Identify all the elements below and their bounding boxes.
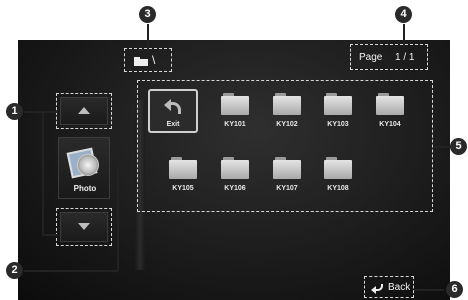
return-arrow-icon [164,96,182,114]
callout-line-6 [414,289,444,291]
folder-item[interactable]: KY107 [264,153,310,197]
folder-item[interactable]: KY104 [367,89,413,133]
callout-marker-6: 6 [446,281,463,298]
callout-marker-3: 3 [139,6,156,23]
triangle-down-icon [78,223,90,230]
folder-item[interactable]: KY106 [212,153,258,197]
callout-line-2 [24,270,118,272]
callout-line-3 [147,24,149,52]
folder-label: KY108 [327,185,349,192]
callout-bracket-1 [42,111,44,235]
folder-item[interactable]: KY101 [212,89,258,133]
page-label: Page [359,52,383,63]
folder-item[interactable]: KY102 [264,89,310,133]
folder-label: KY102 [276,121,298,128]
callout-line-1 [24,111,58,113]
callout-line-4 [403,24,405,48]
folder-label: KY105 [172,185,194,192]
triangle-up-icon [78,107,90,114]
folder-label: KY104 [379,121,401,128]
back-label: Back [388,282,411,293]
callout-marker-1: 1 [6,103,23,120]
folder-icon [376,93,404,115]
folder-item[interactable]: KY108 [315,153,361,197]
callout-line-2-vert [117,168,119,271]
exit-label: Exit [166,121,180,128]
back-button[interactable]: Back [364,276,414,298]
folder-icon [273,157,301,179]
return-arrow-icon [371,283,383,294]
photo-source-button[interactable]: Photo [58,137,110,199]
scroll-down-button[interactable] [56,208,112,246]
photo-icon [66,146,99,179]
exit-folder-button[interactable]: Exit [148,89,198,133]
folder-item[interactable]: KY103 [315,89,361,133]
photo-label: Photo [73,184,97,193]
folder-label: KY107 [276,185,298,192]
folder-label: KY103 [327,121,349,128]
file-list-area: Exit KY101 KY102 KY103 KY104 KY105 KY106… [137,80,433,212]
folder-icon [273,93,301,115]
callout-marker-2: 2 [6,262,23,279]
folder-label: KY101 [224,121,246,128]
folder-icon [221,157,249,179]
folder-path-icon [134,57,148,66]
callout-bracket-1-bottom [42,234,58,236]
folder-icon [221,93,249,115]
folder-item[interactable]: KY105 [160,153,206,197]
callout-marker-4: 4 [395,6,412,23]
callout-marker-5: 5 [450,138,467,155]
folder-label: KY106 [224,185,246,192]
folder-icon [324,157,352,179]
path-separator: \ [152,53,156,67]
page-indicator: Page 1 / 1 [350,44,428,70]
scroll-up-button[interactable] [56,93,112,129]
folder-icon [169,157,197,179]
device-screen: \ Page 1 / 1 Photo Exit KY101 KY102 KY10… [18,40,450,300]
folder-icon [324,93,352,115]
page-value: 1 / 1 [395,52,415,63]
